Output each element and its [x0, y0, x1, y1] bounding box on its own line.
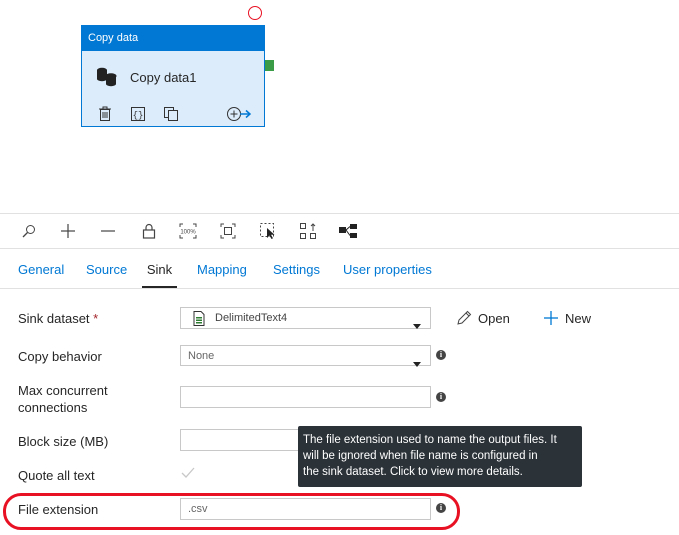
properties-tabs: General Source Sink Mapping Settings Use…	[0, 256, 679, 288]
zoom-in-icon[interactable]	[57, 220, 79, 242]
copy-data-activity[interactable]: Copy data Copy data1 {}	[81, 25, 265, 127]
activity-header: Copy data	[82, 26, 264, 51]
canvas-toolbar: 100%	[0, 214, 679, 248]
sink-dataset-select[interactable]: DelimitedText4	[180, 307, 431, 329]
tab-user-properties[interactable]: User properties	[343, 256, 432, 286]
search-icon[interactable]	[18, 220, 40, 242]
max-concurrent-connections-label: Max concurrent connections	[18, 382, 108, 416]
auto-align-icon[interactable]	[297, 220, 319, 242]
tab-sink[interactable]: Sink	[142, 256, 177, 288]
tab-settings[interactable]: Settings	[273, 256, 320, 286]
quote-all-text-label: Quote all text	[18, 468, 95, 483]
database-icon	[95, 66, 119, 93]
file-extension-tooltip: The file extension used to name the outp…	[298, 426, 582, 487]
tab-mapping[interactable]: Mapping	[197, 256, 247, 286]
zoom-100-icon[interactable]: 100%	[177, 220, 199, 242]
svg-text:{}: {}	[133, 111, 144, 121]
tooltip-line: the sink dataset. Click to view more det…	[303, 466, 523, 478]
max-concurrent-connections-input[interactable]	[180, 386, 431, 408]
copy-behavior-value: None	[188, 350, 215, 362]
open-button[interactable]: Open	[456, 310, 510, 326]
file-extension-highlight	[3, 493, 460, 530]
success-output-port[interactable]	[265, 60, 274, 71]
open-label: Open	[478, 310, 510, 326]
add-output-icon[interactable]	[226, 106, 252, 127]
zoom-out-icon[interactable]	[97, 220, 119, 242]
max-concurrent-label-line2: connections	[18, 400, 88, 415]
tooltip-line: will be ignored when file name is config…	[303, 450, 538, 462]
required-marker: *	[93, 311, 99, 326]
tabs-divider	[0, 288, 679, 289]
sink-dataset-label-text: Sink dataset	[18, 311, 90, 326]
lock-icon[interactable]	[138, 220, 160, 242]
plus-icon	[544, 311, 558, 325]
quote-all-text-checkbox[interactable]	[181, 466, 195, 484]
info-icon[interactable]: i	[436, 350, 446, 360]
code-icon[interactable]: {}	[130, 106, 146, 127]
chevron-down-icon	[413, 354, 421, 374]
edit-pencil-icon	[457, 310, 472, 325]
validation-error-icon[interactable]	[248, 6, 262, 20]
dataset-file-icon	[193, 311, 205, 333]
activity-toolbar: {}	[98, 106, 252, 127]
fit-to-window-icon[interactable]	[217, 220, 239, 242]
block-size-label: Block size (MB)	[18, 434, 109, 449]
tab-general[interactable]: General	[18, 256, 64, 286]
delete-icon[interactable]	[98, 106, 112, 127]
copy-behavior-select[interactable]: None	[180, 345, 431, 367]
toolbar-bottom-divider	[0, 248, 679, 249]
copy-behavior-label: Copy behavior	[18, 349, 102, 364]
chevron-down-icon	[413, 316, 421, 336]
new-label: New	[565, 310, 592, 326]
tab-source[interactable]: Source	[86, 256, 127, 286]
svg-text:100%: 100%	[180, 230, 196, 236]
checkmark-icon	[181, 467, 195, 478]
info-icon[interactable]: i	[436, 392, 446, 402]
max-concurrent-label-line1: Max concurrent	[18, 383, 108, 398]
block-size-input[interactable]	[180, 429, 300, 451]
select-icon[interactable]	[257, 220, 279, 242]
copy-icon[interactable]	[163, 106, 179, 127]
sink-dataset-label: Sink dataset *	[18, 310, 98, 327]
layout-icon[interactable]	[337, 220, 359, 242]
activity-name: Copy data1	[130, 70, 197, 85]
tooltip-line: The file extension used to name the outp…	[303, 434, 557, 446]
new-button[interactable]: New	[543, 310, 591, 326]
sink-dataset-value: DelimitedText4	[215, 312, 288, 324]
